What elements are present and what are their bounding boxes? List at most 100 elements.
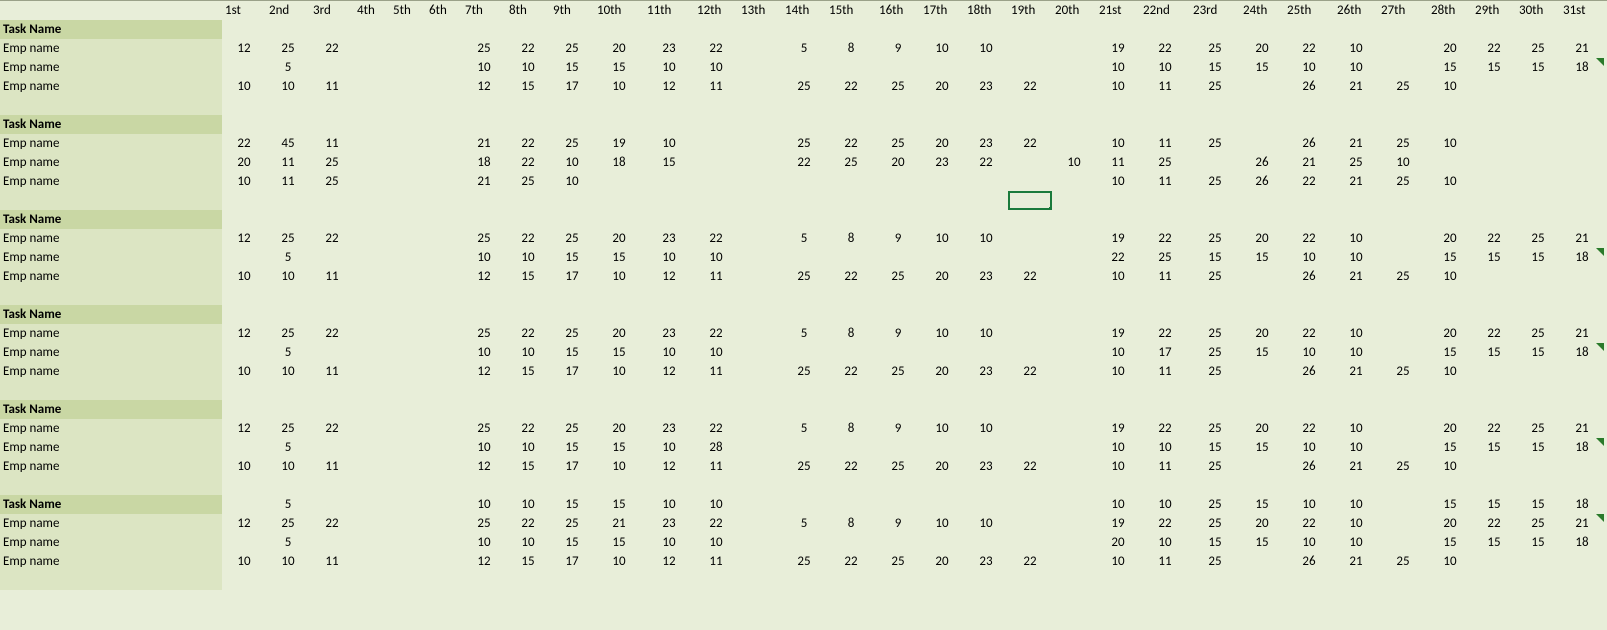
cell[interactable]: 25 <box>550 229 594 248</box>
cell[interactable] <box>876 210 920 229</box>
cell[interactable]: 10 <box>506 248 550 267</box>
cell[interactable] <box>1284 96 1334 115</box>
cell[interactable] <box>354 400 390 419</box>
cell[interactable] <box>876 248 920 267</box>
cell[interactable]: 21 <box>1334 552 1378 571</box>
cell[interactable] <box>1008 400 1052 419</box>
cell[interactable] <box>390 438 426 457</box>
cell[interactable] <box>738 514 782 533</box>
cell[interactable]: 21 <box>1560 419 1604 438</box>
cell[interactable]: 15 <box>506 267 550 286</box>
cell[interactable] <box>826 343 876 362</box>
col-header-9[interactable]: 9th <box>550 1 594 21</box>
cell[interactable] <box>1240 476 1284 495</box>
cell[interactable]: 11 <box>266 172 310 191</box>
cell[interactable] <box>222 286 266 305</box>
cell[interactable] <box>1378 286 1428 305</box>
cell[interactable] <box>1240 457 1284 476</box>
cell[interactable]: 5 <box>782 39 826 58</box>
cell[interactable]: 15 <box>550 495 594 514</box>
col-header-31[interactable]: 31st <box>1560 1 1604 21</box>
cell[interactable] <box>1472 305 1516 324</box>
cell[interactable] <box>694 115 738 134</box>
cell[interactable]: 20 <box>594 324 644 343</box>
col-header-5[interactable]: 5th <box>390 1 426 21</box>
cell[interactable] <box>826 495 876 514</box>
col-header-17[interactable]: 17th <box>920 1 964 21</box>
cell[interactable] <box>390 343 426 362</box>
cell[interactable]: 10 <box>266 267 310 286</box>
cell[interactable] <box>354 419 390 438</box>
cell[interactable] <box>1140 381 1190 400</box>
cell[interactable] <box>1240 305 1284 324</box>
cell[interactable]: 11 <box>1140 172 1190 191</box>
cell[interactable] <box>1190 20 1240 39</box>
cell[interactable]: 20 <box>594 229 644 248</box>
cell[interactable]: 10 <box>1334 495 1378 514</box>
cell[interactable] <box>1516 457 1560 476</box>
cell[interactable] <box>506 381 550 400</box>
cell[interactable] <box>1008 419 1052 438</box>
cell[interactable] <box>354 571 390 590</box>
cell[interactable] <box>354 381 390 400</box>
cell[interactable]: 15 <box>594 438 644 457</box>
cell[interactable]: 19 <box>1096 324 1140 343</box>
cell[interactable]: 15 <box>1516 248 1560 267</box>
emp-label[interactable] <box>0 96 222 115</box>
cell[interactable]: 25 <box>1140 248 1190 267</box>
cell[interactable] <box>964 533 1008 552</box>
cell[interactable]: 10 <box>1140 495 1190 514</box>
cell[interactable]: 10 <box>1096 362 1140 381</box>
cell[interactable] <box>1428 96 1472 115</box>
cell[interactable]: 22 <box>506 229 550 248</box>
cell[interactable] <box>310 191 354 210</box>
cell[interactable] <box>920 438 964 457</box>
cell[interactable] <box>390 552 426 571</box>
cell[interactable] <box>876 20 920 39</box>
cell[interactable]: 15 <box>1428 343 1472 362</box>
cell[interactable] <box>1240 552 1284 571</box>
cell[interactable] <box>1240 400 1284 419</box>
cell[interactable]: 15 <box>1516 343 1560 362</box>
cell[interactable] <box>876 305 920 324</box>
cell[interactable] <box>462 286 506 305</box>
cell[interactable] <box>920 96 964 115</box>
cell[interactable]: 22 <box>694 39 738 58</box>
cell[interactable] <box>594 115 644 134</box>
cell[interactable] <box>826 191 876 210</box>
cell[interactable]: 25 <box>266 419 310 438</box>
cell[interactable]: 15 <box>550 533 594 552</box>
cell[interactable] <box>826 476 876 495</box>
cell[interactable] <box>1472 134 1516 153</box>
cell[interactable]: 8 <box>826 419 876 438</box>
cell[interactable]: 15 <box>550 343 594 362</box>
cell[interactable] <box>550 571 594 590</box>
cell[interactable] <box>1052 267 1096 286</box>
cell[interactable] <box>550 381 594 400</box>
emp-label[interactable] <box>0 191 222 210</box>
cell[interactable] <box>1096 20 1140 39</box>
cell[interactable] <box>1560 457 1604 476</box>
cell[interactable] <box>1472 457 1516 476</box>
cell[interactable]: 25 <box>876 457 920 476</box>
cell[interactable]: 10 <box>266 362 310 381</box>
cell[interactable]: 10 <box>594 362 644 381</box>
cell[interactable] <box>1516 286 1560 305</box>
cell[interactable]: 25 <box>1378 134 1428 153</box>
cell[interactable] <box>920 286 964 305</box>
cell[interactable]: 20 <box>1428 514 1472 533</box>
cell[interactable] <box>1560 400 1604 419</box>
cell[interactable] <box>1008 115 1052 134</box>
cell[interactable]: 5 <box>782 229 826 248</box>
cell[interactable]: 22 <box>506 419 550 438</box>
cell[interactable] <box>1008 343 1052 362</box>
cell[interactable] <box>876 172 920 191</box>
cell[interactable] <box>594 96 644 115</box>
cell[interactable] <box>1378 191 1428 210</box>
cell[interactable] <box>738 210 782 229</box>
cell[interactable]: 10 <box>222 267 266 286</box>
cell[interactable] <box>1378 248 1428 267</box>
cell[interactable] <box>1284 400 1334 419</box>
cell[interactable]: 20 <box>876 153 920 172</box>
cell[interactable]: 11 <box>310 267 354 286</box>
